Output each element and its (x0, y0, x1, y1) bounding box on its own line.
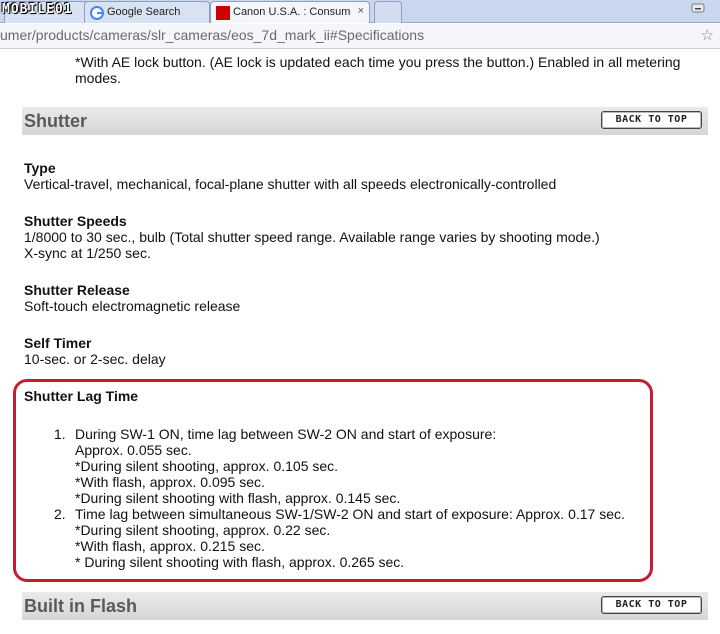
spec-type: Type Vertical-travel, mechanical, focal-… (24, 160, 556, 192)
url-text[interactable]: umer/products/cameras/slr_cameras/eos_7d… (0, 27, 424, 43)
built-in-flash-section-header: Built in Flash BACK TO TOP (22, 592, 708, 620)
spec-label: Shutter Speeds (24, 213, 127, 229)
spec-value: 1/8000 to 30 sec., bulb (Total shutter s… (24, 229, 600, 245)
back-to-top-button[interactable]: BACK TO TOP (601, 111, 702, 129)
spec-label-shutter-lag: Shutter Lag Time (24, 388, 139, 404)
spec-label: Self Timer (24, 335, 92, 351)
tab-title: Google Search (107, 6, 181, 18)
spec-value: X-sync at 1/250 sec. (24, 245, 151, 261)
tab-title: Canon U.S.A. : Consumer & Home Office (233, 6, 351, 18)
minimize-icon[interactable] (688, 1, 708, 17)
spec-self-timer: Self Timer 10-sec. or 2-sec. delay (24, 335, 166, 367)
list-item: 2. Time lag between simultaneous SW-1/SW… (50, 506, 625, 570)
section-title: Built in Flash (24, 596, 138, 616)
shutter-section-header: Shutter BACK TO TOP (22, 107, 708, 135)
list-line: *During silent shooting, approx. 0.105 s… (75, 458, 339, 474)
mobile01-logo: MOBILE01 (2, 2, 73, 17)
shutter-lag-list: 1. During SW-1 ON, time lag between SW-2… (50, 426, 625, 570)
list-number: 2. (54, 506, 66, 522)
list-line: Time lag between simultaneous SW-1/SW-2 … (75, 506, 625, 522)
new-tab-button[interactable] (374, 1, 402, 23)
list-number: 1. (54, 426, 66, 442)
bookmark-star-icon[interactable]: ☆ (701, 26, 714, 44)
browser-tab-bar: MOBILE01 Google Search Canon U.S.A. : Co… (0, 0, 720, 23)
spec-shutter-speeds: Shutter Speeds 1/8000 to 30 sec., bulb (… (24, 213, 600, 261)
close-tab-icon[interactable]: × (358, 5, 364, 17)
canon-icon (216, 6, 230, 20)
spec-value: Soft-touch electromagnetic release (24, 298, 241, 314)
list-line: * During silent shooting with flash, app… (75, 554, 405, 570)
page-content: *With AE lock button. (AE lock is update… (0, 50, 720, 634)
back-to-top-button[interactable]: BACK TO TOP (601, 596, 702, 614)
ae-lock-note: *With AE lock button. (AE lock is update… (75, 54, 681, 86)
google-icon (90, 6, 104, 20)
spec-label: Type (24, 160, 56, 176)
spec-value: 10-sec. or 2-sec. delay (24, 351, 166, 367)
address-bar[interactable]: umer/products/cameras/slr_cameras/eos_7d… (0, 24, 720, 49)
spec-shutter-release: Shutter Release Soft-touch electromagnet… (24, 282, 240, 314)
list-line: Approx. 0.055 sec. (75, 442, 192, 458)
list-line: *With flash, approx. 0.095 sec. (75, 474, 265, 490)
list-line: *With flash, approx. 0.215 sec. (75, 538, 265, 554)
spec-value: Vertical-travel, mechanical, focal-plane… (24, 176, 557, 192)
tab-google-search[interactable]: Google Search (84, 1, 210, 23)
list-line: *During silent shooting, approx. 0.22 se… (75, 522, 331, 538)
list-item: 1. During SW-1 ON, time lag between SW-2… (50, 426, 625, 506)
section-title: Shutter (24, 111, 87, 131)
list-line: During SW-1 ON, time lag between SW-2 ON… (75, 426, 497, 442)
spec-label: Shutter Release (24, 282, 130, 298)
tab-canon[interactable]: Canon U.S.A. : Consumer & Home Office × (210, 1, 370, 23)
list-line: *During silent shooting with flash, appr… (75, 490, 401, 506)
